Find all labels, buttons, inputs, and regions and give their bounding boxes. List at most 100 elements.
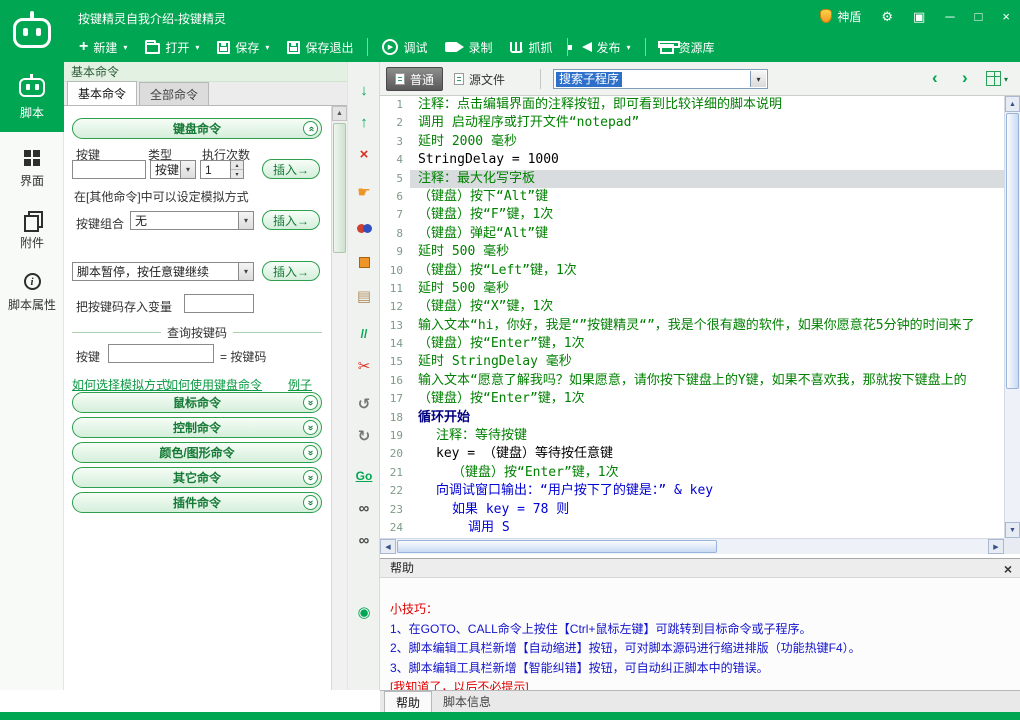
code-line[interactable]: 7（键盘）按“F”键，1次	[380, 206, 1004, 224]
close-button[interactable]: ×	[1002, 10, 1010, 23]
vertical-scrollbar[interactable]: ▲ ▼	[1004, 96, 1020, 538]
record-button[interactable]: 录制	[436, 32, 501, 62]
count-stepper[interactable]: 1 ▴ ▾	[200, 160, 244, 179]
open-dropdown-icon[interactable]: ▾	[195, 43, 199, 52]
new-dropdown-icon[interactable]: ▾	[123, 43, 127, 52]
expand-icon[interactable]: «	[303, 420, 318, 435]
comment-icon[interactable]: //	[348, 322, 380, 346]
tab-script-info[interactable]: 脚本信息	[432, 691, 502, 712]
color-balls-icon[interactable]	[348, 216, 380, 240]
code-line[interactable]: 2调用 启动程序或打开文件“notepad”	[380, 114, 1004, 132]
code-line[interactable]: 12（键盘）按“X”键，1次	[380, 298, 1004, 316]
publish-button[interactable]: 发布 ▾	[573, 32, 640, 62]
nav-next-icon[interactable]: ›	[962, 68, 968, 88]
chevron-down-icon[interactable]: ▾	[750, 71, 766, 87]
store-variable-input[interactable]	[184, 294, 254, 313]
insert-line-below-icon[interactable]: ↓	[348, 78, 380, 102]
code-line[interactable]: 6（键盘）按下“Alt”键	[380, 188, 1004, 206]
paste-icon[interactable]: ▤	[348, 284, 380, 308]
section-control-commands[interactable]: 控制命令 «	[72, 417, 322, 438]
code-line[interactable]: 20key = （键盘）等待按任意键	[380, 445, 1004, 463]
undo-icon[interactable]: ↺	[348, 392, 380, 416]
code-line[interactable]: 4StringDelay = 1000	[380, 151, 1004, 169]
orange-block-icon[interactable]	[348, 250, 380, 274]
find-icon[interactable]: ∞	[348, 496, 380, 520]
settings-gear-icon[interactable]: ⚙	[881, 10, 893, 23]
debug-button[interactable]: ▶ 调试	[373, 32, 436, 62]
code-line[interactable]: 19注释：等待按键	[380, 427, 1004, 445]
spin-up-icon[interactable]: ▴	[231, 161, 243, 170]
code-line-highlighted[interactable]: 5注释：最大化写字板	[380, 170, 1004, 188]
section-keyboard-commands[interactable]: 键盘命令 «	[72, 118, 322, 139]
vertical-scrollbar-thumb[interactable]	[1006, 113, 1019, 389]
scroll-right-icon[interactable]: ▶	[988, 539, 1004, 554]
scroll-left-icon[interactable]: ◀	[380, 539, 396, 554]
expand-icon[interactable]: «	[303, 395, 318, 410]
sidebar-item-attachment[interactable]: 附件	[0, 202, 64, 260]
spin-down-icon[interactable]: ▾	[231, 170, 243, 178]
minimize-button[interactable]: ─	[945, 10, 954, 23]
section-plugin-commands[interactable]: 插件命令 «	[72, 492, 322, 513]
mode-normal-button[interactable]: 普通	[386, 67, 443, 91]
save-exit-button[interactable]: 保存退出	[278, 32, 362, 62]
layout-grid-icon[interactable]	[986, 71, 1001, 86]
code-line[interactable]: 24调用 S	[380, 519, 1004, 537]
collapse-icon[interactable]: «	[303, 121, 318, 136]
nav-prev-icon[interactable]: ‹	[932, 68, 938, 88]
link-keyboard-usage[interactable]: 如何使用键盘命令	[166, 376, 262, 393]
tray-window-icon[interactable]: ▣	[913, 10, 925, 23]
code-line[interactable]: 9延时 500 毫秒	[380, 243, 1004, 261]
code-line[interactable]: 1注释：点击编辑界面的注释按钮，即可看到比较详细的脚本说明	[380, 96, 1004, 114]
code-line[interactable]: 23如果 key = 78 则	[380, 501, 1004, 519]
code-line[interactable]: 3延时 2000 毫秒	[380, 133, 1004, 151]
code-line[interactable]: 21（键盘）按“Enter”键，1次	[380, 464, 1004, 482]
drag-hand-icon[interactable]: ☛	[348, 180, 380, 204]
code-line[interactable]: 18循环开始	[380, 409, 1004, 427]
scroll-up-icon[interactable]: ▲	[332, 106, 347, 121]
code-line[interactable]: 10（键盘）按“Left”键，1次	[380, 262, 1004, 280]
code-line[interactable]: 13输入文本“hi，你好，我是“”按键精灵“”，我是个很有趣的软件，如果你愿意花…	[380, 317, 1004, 335]
app-logo-icon[interactable]	[13, 11, 51, 53]
insert-combo-button[interactable]: 插入→	[262, 210, 320, 230]
preview-icon[interactable]: ◉	[348, 600, 380, 624]
section-mouse-commands[interactable]: 鼠标命令 «	[72, 392, 322, 413]
delete-line-icon[interactable]: ×	[348, 142, 380, 166]
horizontal-scrollbar[interactable]: ◀ ▶	[380, 538, 1004, 554]
link-choose-simulation[interactable]: 如何选择模拟方式	[72, 376, 168, 393]
code-line[interactable]: 17（键盘）按“Enter”键，1次	[380, 390, 1004, 408]
find-next-icon[interactable]: ∞	[348, 528, 380, 552]
scroll-up-icon[interactable]: ▲	[1005, 96, 1020, 112]
shield-badge[interactable]: 神盾	[820, 8, 861, 25]
code-line[interactable]: 8（键盘）弹起“Alt”键	[380, 225, 1004, 243]
search-subroutine-combo[interactable]: 搜索子程序 ▾	[553, 69, 768, 89]
uncomment-cut-icon[interactable]: ✂	[348, 354, 380, 378]
sidebar-item-script-props[interactable]: i 脚本属性	[0, 264, 64, 322]
grab-button[interactable]: 抓抓	[501, 32, 561, 62]
goto-icon[interactable]: Go	[348, 464, 380, 488]
save-button[interactable]: 保存 ▾	[208, 32, 278, 62]
code-line[interactable]: 22向调试窗口输出：“用户按下了的键是：” & key	[380, 482, 1004, 500]
link-example[interactable]: 例子	[288, 376, 312, 393]
save-dropdown-icon[interactable]: ▾	[265, 43, 269, 52]
insert-line-above-icon[interactable]: ↑	[348, 110, 380, 134]
sidebar-item-ui[interactable]: 界面	[0, 140, 64, 198]
insert-key-button[interactable]: 插入→	[262, 159, 320, 179]
redo-icon[interactable]: ↻	[348, 424, 380, 448]
layout-dropdown-icon[interactable]: ▾	[1004, 75, 1008, 84]
sidebar-item-script[interactable]: 脚本	[0, 62, 64, 132]
new-button[interactable]: + 新建 ▾	[70, 32, 136, 62]
combo-select[interactable]: 无 ▾	[130, 211, 254, 230]
code-line[interactable]: 16输入文本“愿意了解我吗？如果愿意，请你按下键盘上的Y键，如果不喜欢我，那就按…	[380, 372, 1004, 390]
tab-all-commands[interactable]: 全部命令	[139, 82, 209, 105]
section-other-commands[interactable]: 其它命令 «	[72, 467, 322, 488]
panel-scrollbar[interactable]: ▲ ▼	[331, 106, 347, 712]
chevron-down-icon[interactable]: ▾	[180, 161, 195, 178]
section-color-commands[interactable]: 颜色/图形命令 «	[72, 442, 322, 463]
code-area[interactable]: 1注释：点击编辑界面的注释按钮，即可看到比较详细的脚本说明 2调用 启动程序或打…	[380, 96, 1004, 538]
horizontal-scrollbar-thumb[interactable]	[397, 540, 717, 553]
chevron-down-icon[interactable]: ▾	[238, 212, 253, 229]
dismiss-tips-link[interactable]: [我知道了，以后不必提示]	[390, 678, 1020, 690]
code-line[interactable]: 11延时 500 毫秒	[380, 280, 1004, 298]
code-line[interactable]: 14（键盘）按“Enter”键，1次	[380, 335, 1004, 353]
open-button[interactable]: 打开 ▾	[136, 32, 208, 62]
